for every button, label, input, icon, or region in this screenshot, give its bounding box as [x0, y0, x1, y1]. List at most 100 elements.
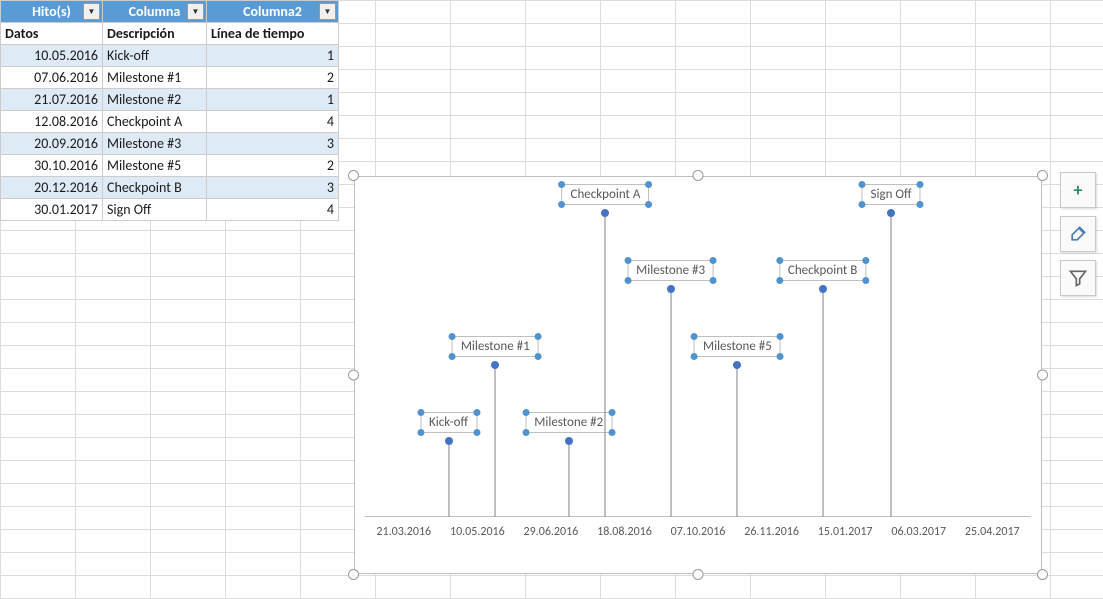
data-label[interactable]: Kick-off — [420, 412, 477, 433]
cell[interactable]: 20.09.2016 — [1, 133, 103, 155]
label-handle-icon[interactable] — [608, 429, 615, 436]
cell[interactable]: 20.12.2016 — [1, 177, 103, 199]
data-label[interactable]: Milestone #5 — [694, 336, 781, 357]
data-point-icon[interactable] — [491, 361, 499, 369]
label-handle-icon[interactable] — [691, 353, 698, 360]
filter-dropdown-icon[interactable]: ▼ — [319, 3, 336, 20]
data-point-icon[interactable] — [733, 361, 741, 369]
table-row[interactable]: 12.08.2016Checkpoint A4 — [1, 111, 339, 133]
col-header-hitos[interactable]: Hito(s) ▼ — [1, 1, 103, 23]
data-label[interactable]: Sign Off — [862, 184, 921, 205]
resize-handle-icon[interactable] — [1037, 569, 1048, 580]
cell[interactable]: 30.01.2017 — [1, 199, 103, 221]
cell[interactable]: 1 — [207, 45, 339, 67]
table-row[interactable]: 20.09.2016Milestone #33 — [1, 133, 339, 155]
data-point-icon[interactable] — [565, 437, 573, 445]
milestone-marker[interactable]: Milestone #5 — [736, 365, 738, 517]
resize-handle-icon[interactable] — [693, 569, 704, 580]
chart-elements-button[interactable]: + — [1060, 172, 1096, 208]
label-handle-icon[interactable] — [710, 277, 717, 284]
resize-handle-icon[interactable] — [348, 370, 359, 381]
data-label[interactable]: Checkpoint B — [779, 260, 866, 281]
label-handle-icon[interactable] — [777, 333, 784, 340]
cell[interactable]: 2 — [207, 67, 339, 89]
cell[interactable]: Checkpoint A — [103, 111, 207, 133]
cell[interactable]: 21.07.2016 — [1, 89, 103, 111]
resize-handle-icon[interactable] — [348, 170, 359, 181]
milestone-marker[interactable]: Sign Off — [890, 213, 892, 517]
label-handle-icon[interactable] — [559, 181, 566, 188]
data-point-icon[interactable] — [445, 437, 453, 445]
milestone-marker[interactable]: Milestone #3 — [670, 289, 672, 517]
label-handle-icon[interactable] — [449, 353, 456, 360]
cell[interactable]: Milestone #1 — [103, 67, 207, 89]
worksheet[interactable]: Hito(s) ▼ Columna ▼ Columna2 ▼ Datos Des… — [0, 0, 1103, 599]
chart-object[interactable]: 21.03.201610.05.201629.06.201618.08.2016… — [348, 170, 1048, 580]
resize-handle-icon[interactable] — [348, 569, 359, 580]
cell[interactable]: 30.10.2016 — [1, 155, 103, 177]
label-handle-icon[interactable] — [859, 201, 866, 208]
data-label[interactable]: Milestone #2 — [525, 412, 612, 433]
label-handle-icon[interactable] — [608, 409, 615, 416]
col-header-columna2[interactable]: Columna2 ▼ — [207, 1, 339, 23]
data-table[interactable]: Hito(s) ▼ Columna ▼ Columna2 ▼ Datos Des… — [0, 0, 339, 221]
data-point-icon[interactable] — [819, 285, 827, 293]
label-handle-icon[interactable] — [449, 333, 456, 340]
table-row[interactable]: 21.07.2016Milestone #21 — [1, 89, 339, 111]
filter-dropdown-icon[interactable]: ▼ — [187, 3, 204, 20]
chart-filter-button[interactable] — [1060, 260, 1096, 296]
sub-linea[interactable]: Línea de tiempo — [207, 23, 339, 45]
milestone-marker[interactable]: Checkpoint A — [604, 213, 606, 517]
sub-datos[interactable]: Datos — [1, 23, 103, 45]
label-handle-icon[interactable] — [645, 181, 652, 188]
table-row[interactable]: 10.05.2016Kick-off1 — [1, 45, 339, 67]
label-handle-icon[interactable] — [776, 277, 783, 284]
cell[interactable]: 12.08.2016 — [1, 111, 103, 133]
data-point-icon[interactable] — [667, 285, 675, 293]
cell[interactable]: 2 — [207, 155, 339, 177]
data-label[interactable]: Milestone #3 — [627, 260, 714, 281]
table-row[interactable]: 20.12.2016Checkpoint B3 — [1, 177, 339, 199]
cell[interactable]: 1 — [207, 89, 339, 111]
label-handle-icon[interactable] — [559, 201, 566, 208]
resize-handle-icon[interactable] — [1037, 370, 1048, 381]
label-handle-icon[interactable] — [777, 353, 784, 360]
sub-descripcion[interactable]: Descripción — [103, 23, 207, 45]
label-handle-icon[interactable] — [417, 409, 424, 416]
label-handle-icon[interactable] — [776, 257, 783, 264]
cell[interactable]: 4 — [207, 199, 339, 221]
data-label[interactable]: Milestone #1 — [452, 336, 539, 357]
label-handle-icon[interactable] — [624, 257, 631, 264]
label-handle-icon[interactable] — [917, 201, 924, 208]
label-handle-icon[interactable] — [522, 409, 529, 416]
chart-styles-button[interactable] — [1060, 216, 1096, 252]
chart-area[interactable]: 21.03.201610.05.201629.06.201618.08.2016… — [354, 176, 1042, 574]
cell[interactable]: 4 — [207, 111, 339, 133]
label-handle-icon[interactable] — [862, 277, 869, 284]
col-header-columna[interactable]: Columna ▼ — [103, 1, 207, 23]
label-handle-icon[interactable] — [417, 429, 424, 436]
label-handle-icon[interactable] — [710, 257, 717, 264]
milestone-marker[interactable]: Checkpoint B — [822, 289, 824, 517]
data-point-icon[interactable] — [601, 209, 609, 217]
cell[interactable]: 3 — [207, 133, 339, 155]
table-row[interactable]: 30.10.2016Milestone #52 — [1, 155, 339, 177]
label-handle-icon[interactable] — [859, 181, 866, 188]
label-handle-icon[interactable] — [862, 257, 869, 264]
label-handle-icon[interactable] — [535, 333, 542, 340]
plot-area[interactable]: 21.03.201610.05.201629.06.201618.08.2016… — [365, 187, 1031, 543]
milestone-marker[interactable]: Milestone #2 — [568, 441, 570, 517]
label-handle-icon[interactable] — [624, 277, 631, 284]
table-row[interactable]: 30.01.2017Sign Off4 — [1, 199, 339, 221]
cell[interactable]: Milestone #5 — [103, 155, 207, 177]
label-handle-icon[interactable] — [473, 429, 480, 436]
cell[interactable]: Kick-off — [103, 45, 207, 67]
label-handle-icon[interactable] — [522, 429, 529, 436]
data-label[interactable]: Checkpoint A — [562, 184, 650, 205]
resize-handle-icon[interactable] — [693, 170, 704, 181]
label-handle-icon[interactable] — [691, 333, 698, 340]
cell[interactable]: 3 — [207, 177, 339, 199]
resize-handle-icon[interactable] — [1037, 170, 1048, 181]
cell[interactable]: 07.06.2016 — [1, 67, 103, 89]
milestone-marker[interactable]: Kick-off — [448, 441, 450, 517]
